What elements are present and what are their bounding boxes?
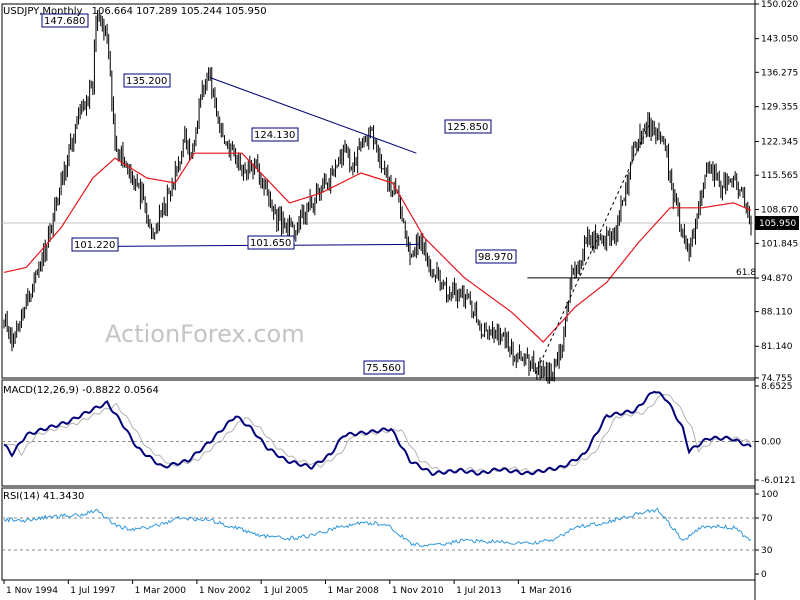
price-annotation-label: 135.200 <box>126 76 167 87</box>
macd-title: MACD(12,26,9) -0.8822 0.0564 <box>3 385 159 396</box>
price-tick-label: 101.845 <box>761 239 798 249</box>
date-tick-label: 1 Mar 2008 <box>328 586 380 596</box>
rsi-tick-label: 100 <box>761 490 778 500</box>
price-tick-label: 115.565 <box>761 171 798 181</box>
price-tick-label: 81.140 <box>761 342 793 352</box>
price-annotation-label: 101.650 <box>250 238 291 249</box>
chart-canvas: 61.8 147.680 135.200 124.130 125.850 101.220 1… <box>0 0 800 600</box>
date-tick-label: 1 Jul 1997 <box>70 586 115 596</box>
date-tick-label: 1 Jul 2013 <box>456 586 501 596</box>
fib-level-label: 61.8 <box>736 268 756 278</box>
price-tick-label: 108.670 <box>761 205 798 215</box>
date-tick-label: 1 Jul 2005 <box>263 586 308 596</box>
rsi-tick-label: 70 <box>761 514 773 524</box>
price-tick-label: 94.870 <box>761 274 793 284</box>
price-annotation-label: 124.130 <box>254 130 295 141</box>
price-tick-label: 122.345 <box>761 138 798 148</box>
price-annotation-label: 98.970 <box>478 252 513 263</box>
price-annotation-label: 147.680 <box>44 16 85 27</box>
price-annotation-label: 101.220 <box>74 240 115 251</box>
macd-tick-label: -6.0121 <box>761 476 796 486</box>
date-tick-label: 1 Mar 2016 <box>520 586 572 596</box>
price-annotation-label: 125.850 <box>447 122 488 133</box>
macd-tick-label: 8.6525 <box>761 382 793 392</box>
symbol-timeframe: USDJPY,Monthly <box>3 6 83 17</box>
current-price-label: 105.950 <box>759 219 796 229</box>
price-tick-label: 88.110 <box>761 308 793 318</box>
rsi-tick-label: 0 <box>761 570 767 580</box>
price-annotation-label: 75.560 <box>366 363 401 374</box>
rsi-title: RSI(14) 41.3430 <box>3 491 84 502</box>
macd-tick-label: 0.00 <box>761 437 781 447</box>
price-tick-label: 150.020 <box>761 0 798 10</box>
watermark: ActionForex.com <box>105 320 305 348</box>
main-symbol: USDJPY,Monthly 106.664 107.289 105.244 1… <box>3 6 267 17</box>
date-tick-label: 1 Nov 2010 <box>392 586 444 596</box>
rsi-tick-label: 30 <box>761 546 773 556</box>
price-tick-label: 136.275 <box>761 68 798 78</box>
price-tick-label: 143.050 <box>761 35 798 45</box>
date-tick-label: 1 Mar 2000 <box>135 586 187 596</box>
date-tick-label: 1 Nov 2002 <box>199 586 251 596</box>
ohlc-values: 106.664 107.289 105.244 105.950 <box>92 6 267 17</box>
date-tick-label: 1 Nov 1994 <box>6 586 58 596</box>
price-tick-label: 129.355 <box>761 103 798 113</box>
